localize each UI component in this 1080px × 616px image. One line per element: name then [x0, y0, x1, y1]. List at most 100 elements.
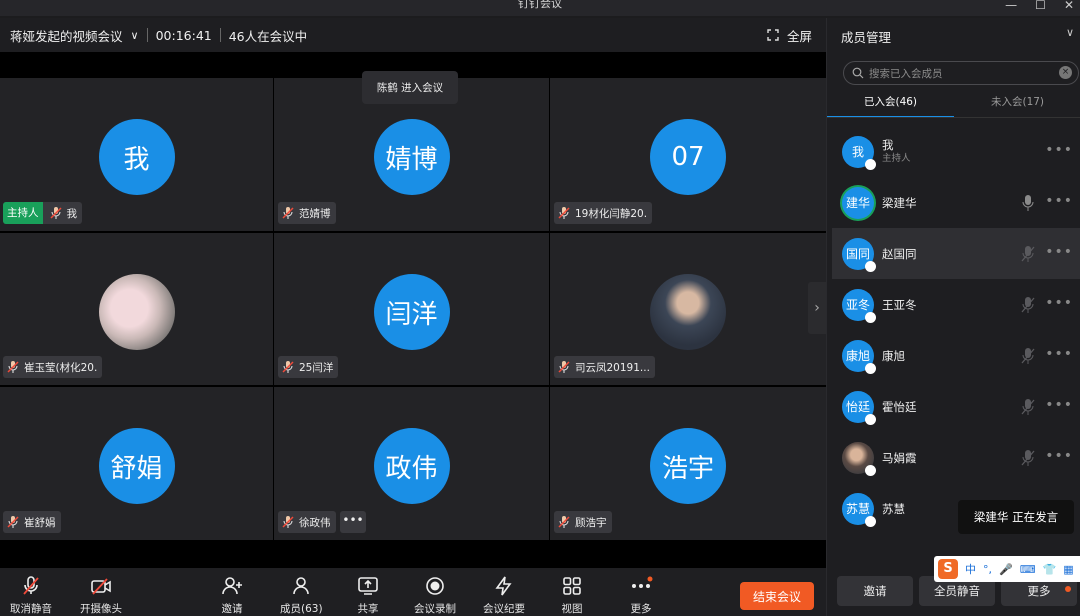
record-button[interactable]: 会议录制 [414, 574, 456, 616]
ime-toolbar[interactable]: S 中 °, 🎤 ⌨ 👕 ▦ [934, 556, 1080, 582]
video-tile[interactable]: 司云凤20191... [550, 233, 826, 385]
member-more-button[interactable]: ••• [1045, 193, 1073, 209]
mic-badge-icon [865, 515, 876, 527]
list-item[interactable]: 建华 梁建华 ••• [832, 177, 1080, 228]
member-more-button[interactable]: ••• [1045, 448, 1073, 464]
divider [827, 117, 1080, 118]
ime-keyboard-icon[interactable]: ⌨ [1020, 563, 1036, 576]
ime-punctuation[interactable]: °, [983, 563, 992, 576]
list-item[interactable]: 亚冬 王亚冬 ••• [832, 279, 1080, 330]
mic-muted-icon[interactable] [1021, 296, 1035, 314]
member-name: 王亚冬 [882, 297, 917, 312]
avatar: 康旭 [842, 339, 876, 374]
tile-more-button[interactable]: ••• [340, 511, 366, 533]
members-button[interactable]: 成员(63) [280, 574, 323, 616]
share-label: 共享 [357, 603, 379, 615]
member-more-button[interactable]: ••• [1045, 295, 1073, 311]
mic-muted-icon[interactable] [1021, 449, 1035, 467]
mic-muted-icon [282, 207, 294, 219]
avatar: 浩宇 [650, 428, 726, 504]
avatar: 怡廷 [842, 390, 876, 425]
video-tile[interactable]: 07 19材化闫静20. [550, 78, 826, 231]
chevron-right-icon: › [814, 300, 820, 316]
avatar-photo [98, 274, 175, 350]
members-label: 成员(63) [280, 603, 323, 615]
tab-not-joined[interactable]: 未入会(17) [954, 90, 1080, 118]
panel-more-label: 更多 [1027, 584, 1051, 598]
share-button[interactable]: 共享 [356, 574, 380, 616]
invite-button[interactable]: 邀请 [220, 574, 244, 616]
avatar-text: 康旭 [845, 349, 870, 363]
video-tile[interactable]: 我 主持人 我 [0, 78, 273, 231]
name-tag: 司云凤20191... [554, 356, 655, 378]
camera-button[interactable]: 开摄像头 [80, 574, 122, 616]
video-tile[interactable]: 浩宇 顾浩宇 [550, 387, 826, 540]
tab-joined[interactable]: 已入会(46) [827, 90, 954, 118]
view-label: 视图 [561, 603, 583, 615]
meeting-toolbar: 取消静音 开摄像头 邀请 成员(63) 共享 会议录制 会议纪要 视图 更多 结… [0, 568, 826, 616]
view-button[interactable]: 视图 [560, 574, 584, 616]
name-tag: 徐政伟 [278, 511, 336, 533]
close-icon[interactable]: ✕ [1064, 0, 1074, 12]
video-tile[interactable]: 崔玉莹(材化20. [0, 233, 273, 385]
notification-dot [1065, 586, 1071, 592]
member-more-button[interactable]: ••• [1045, 244, 1073, 260]
member-more-button[interactable]: ••• [1045, 346, 1073, 362]
avatar-text: 苏慧 [845, 502, 870, 516]
video-tile[interactable]: 政伟 徐政伟 ••• [274, 387, 549, 540]
share-screen-icon [358, 577, 378, 595]
mic-muted-icon [7, 361, 19, 373]
name-tag: 19材化闫静20. [554, 202, 653, 224]
ime-skin-icon[interactable]: 👕 [1043, 563, 1057, 576]
participant-name: 范婧博 [299, 207, 331, 220]
member-search-input[interactable]: 搜索已入会成员 × [843, 61, 1079, 85]
avatar-text: 我 [851, 145, 864, 159]
more-label: 更多 [630, 603, 652, 615]
mic-muted-icon [558, 516, 570, 528]
mic-muted-icon[interactable] [1021, 347, 1035, 365]
participant-name: 崔玉莹(材化20. [24, 361, 98, 374]
member-more-button[interactable]: ••• [1045, 397, 1073, 413]
fullscreen-button[interactable]: 全屏 [767, 18, 812, 52]
video-stage: 陈鹤 进入会议 我 主持人 我 婧博 范婧博 07 19材化闫静20. 崔玉莹(… [0, 52, 826, 568]
list-item[interactable]: 马娟霞 ••• [832, 432, 1080, 483]
more-dots-icon [632, 576, 653, 588]
ime-menu-icon[interactable]: ▦ [1063, 563, 1073, 576]
panel-invite-button[interactable]: 邀请 [837, 576, 913, 606]
participant-name: 崔舒娟 [24, 516, 56, 529]
invite-label: 邀请 [221, 603, 243, 615]
host-badge: 主持人 [3, 202, 43, 224]
unmute-button[interactable]: 取消静音 [10, 574, 52, 616]
ime-mic-icon[interactable]: 🎤 [999, 563, 1013, 576]
minutes-button[interactable]: 会议纪要 [483, 574, 525, 616]
divider [219, 28, 221, 42]
mic-muted-icon [558, 207, 570, 219]
end-meeting-button[interactable]: 结束会议 [740, 582, 814, 610]
meeting-title[interactable]: 蒋娅发起的视频会议 [10, 26, 123, 45]
member-more-button[interactable]: ••• [1045, 142, 1073, 158]
members-icon [293, 577, 310, 595]
list-item[interactable]: 我 我主持人 ••• [832, 126, 1080, 177]
avatar: 苏慧 [842, 492, 876, 527]
more-button[interactable]: 更多 [629, 574, 653, 616]
minimize-icon[interactable]: — [1005, 0, 1017, 12]
member-list: 我 我主持人 ••• 建华 梁建华 ••• 国同 赵国同 ••• 亚冬 王亚冬 … [832, 126, 1080, 546]
name-tag: 崔舒娟 [3, 511, 61, 533]
list-item[interactable]: 康旭 康旭 ••• [832, 330, 1080, 381]
ime-language[interactable]: 中 [965, 561, 976, 577]
video-tile[interactable]: 闫洋 25闫洋 [274, 233, 549, 385]
maximize-icon[interactable]: ☐ [1035, 0, 1046, 12]
mic-muted-icon[interactable] [1021, 398, 1035, 416]
next-page-button[interactable]: › [808, 282, 826, 334]
video-tile[interactable]: 舒娟 崔舒娟 [0, 387, 273, 540]
window-titlebar: 钉钉会议 — ☐ ✕ [0, 0, 1080, 16]
mic-muted-icon[interactable] [1021, 245, 1035, 263]
participant-name: 25闫洋 [299, 361, 334, 374]
chevron-down-icon[interactable]: ∨ [1066, 26, 1074, 39]
list-item[interactable]: 国同 赵国同 ••• [832, 228, 1080, 279]
mic-on-icon[interactable] [1021, 194, 1035, 212]
chevron-down-icon[interactable]: ∨ [131, 29, 139, 42]
clear-icon[interactable]: × [1059, 66, 1072, 79]
list-item[interactable]: 怡廷 霍怡廷 ••• [832, 381, 1080, 432]
panel-title: 成员管理 [841, 30, 892, 45]
